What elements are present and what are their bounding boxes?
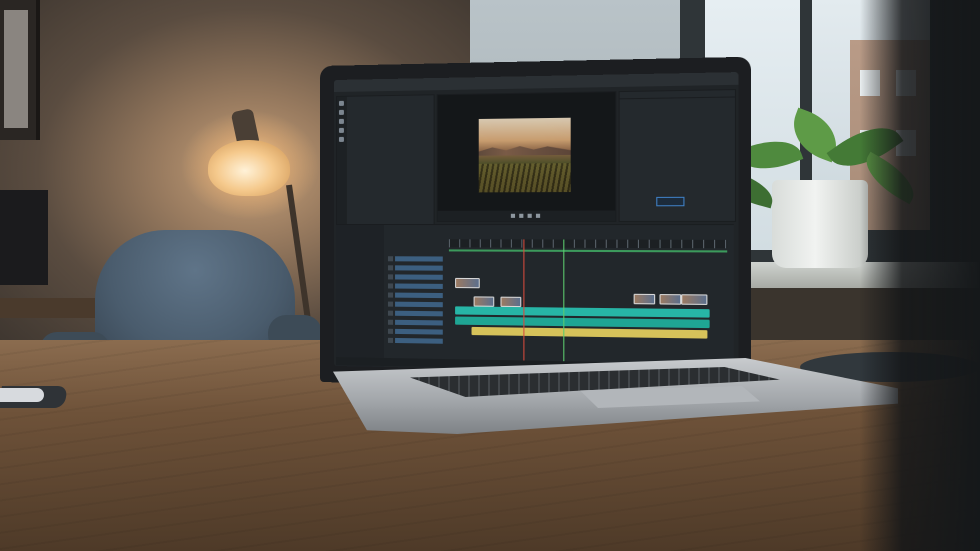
project-file-list [351,99,432,100]
preview-frame-landscape [479,118,571,193]
razor-tool-icon[interactable] [339,110,344,115]
step-forward-icon[interactable] [528,214,532,218]
effect-controls-panel [619,89,736,222]
apply-effect-button[interactable] [656,197,684,206]
track-headers [388,255,443,357]
work-area-bar[interactable] [449,249,727,252]
audio-clip[interactable] [472,327,708,339]
foreground-shadow [860,0,980,551]
zoom-tool-icon[interactable] [339,128,344,133]
background-monitor [0,190,48,285]
hand-tool-icon[interactable] [339,119,344,124]
text-tool-icon[interactable] [339,137,344,142]
desk-lamp [208,140,290,196]
in-point-marker[interactable] [563,240,564,364]
video-clip-thumbnail[interactable] [681,294,707,305]
wall-picture-frame [0,0,40,140]
track-header[interactable] [388,255,443,262]
video-clip[interactable] [455,306,710,317]
program-monitor [437,91,617,222]
background-shelf [0,298,110,318]
time-ruler[interactable] [449,239,727,248]
track-header[interactable] [388,337,443,345]
stop-icon[interactable] [536,214,540,218]
video-clip-thumbnail[interactable] [500,297,521,307]
timeline-panel [336,224,734,373]
timeline-area[interactable] [449,239,727,366]
track-header[interactable] [388,282,443,290]
effects-panel-header [620,90,735,99]
track-header[interactable] [388,328,443,336]
tool-strip [337,97,347,227]
track-header[interactable] [388,319,443,327]
video-clip-thumbnail[interactable] [634,294,656,305]
track-header[interactable] [388,301,443,309]
play-icon[interactable] [519,214,523,218]
video-clip-thumbnail[interactable] [474,296,495,306]
step-back-icon[interactable] [511,214,515,218]
track-header[interactable] [388,264,443,271]
track-header[interactable] [388,292,443,300]
computer-mouse [0,388,44,402]
video-clip-thumbnail[interactable] [455,278,480,288]
playhead[interactable] [523,239,524,362]
timeline-tool-list [336,225,384,374]
track-header[interactable] [388,310,443,318]
photo-scene [0,0,980,551]
video-clip-thumbnail[interactable] [659,294,681,305]
project-panel [336,94,435,228]
selection-tool-icon[interactable] [339,101,344,106]
laptop-screen [334,72,738,374]
transport-controls [438,211,616,221]
plant-pot [772,180,868,268]
track-header[interactable] [388,273,443,280]
